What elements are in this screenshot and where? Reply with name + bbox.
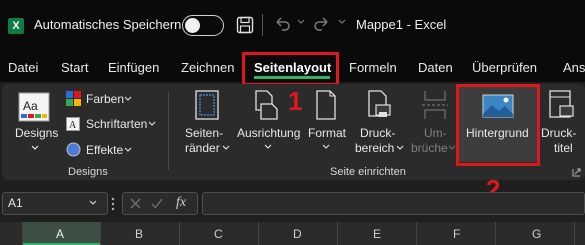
undo-icon[interactable] [272, 14, 292, 34]
designs-label[interactable]: Designs [15, 126, 58, 140]
column-label-a[interactable]: A [56, 227, 64, 241]
drucktitel-line1[interactable]: Druck- [541, 126, 576, 140]
more-options-icon[interactable] [110, 196, 116, 212]
column-label-g[interactable]: G [532, 227, 541, 241]
breaks-icon[interactable] [420, 90, 450, 120]
chevron-down-icon [448, 145, 456, 150]
schriftarten-label[interactable]: Schriftarten [86, 117, 147, 131]
select-all-corner[interactable] [0, 222, 22, 245]
autosave-label: Automatisches Speichern [34, 17, 182, 32]
column-separator [574, 222, 575, 245]
cancel-icon[interactable] [129, 197, 142, 210]
check-icon[interactable] [150, 197, 164, 210]
print-area-icon[interactable] [366, 90, 392, 120]
fx-icon[interactable]: fx [176, 195, 186, 211]
annotation-box-hintergrund [456, 84, 540, 166]
druckbereich-line1[interactable]: Druck- [360, 126, 395, 140]
tab-datei[interactable]: Datei [8, 60, 38, 75]
colors-icon[interactable] [66, 91, 81, 106]
format-label[interactable]: Format [308, 126, 346, 140]
seitenraender-line2[interactable]: ränder [185, 141, 220, 155]
designs-icon[interactable]: Aa [18, 92, 50, 122]
seite-einrichten-group-label: Seite einrichten [330, 166, 406, 178]
toggle-knob [185, 18, 200, 33]
save-icon[interactable] [236, 16, 254, 34]
chevron-down-icon[interactable] [30, 144, 40, 152]
document-title: Mappe1 - Excel [356, 17, 447, 32]
dialog-launcher-icon[interactable] [572, 168, 581, 177]
group-divider [168, 92, 169, 170]
seitenraender-line1[interactable]: Seiten- [185, 126, 223, 140]
column-label-d[interactable]: D [293, 227, 302, 241]
designs-group-label: Designs [68, 166, 108, 178]
chevron-down-icon[interactable] [124, 147, 132, 153]
svg-text:Aa: Aa [23, 99, 38, 113]
tab-formeln[interactable]: Formeln [349, 60, 397, 75]
svg-text:A: A [69, 120, 77, 131]
column-label-c[interactable]: C [214, 227, 223, 241]
column-separator [100, 222, 101, 245]
druckbereich-line2[interactable]: bereich [355, 141, 394, 155]
size-icon[interactable] [314, 90, 338, 120]
chevron-down-icon[interactable] [88, 199, 98, 207]
tab-start[interactable]: Start [61, 60, 88, 75]
tab-zeichnen[interactable]: Zeichnen [181, 60, 234, 75]
chevron-down-icon[interactable] [148, 121, 156, 127]
chevron-down-icon[interactable] [296, 16, 306, 26]
tab-ueberpruefen[interactable]: Überprüfen [472, 60, 537, 75]
tab-einfuegen[interactable]: Einfügen [108, 60, 159, 75]
column-headers [100, 222, 585, 245]
column-separator [337, 222, 338, 245]
title-separator [262, 14, 263, 36]
tab-daten[interactable]: Daten [418, 60, 453, 75]
drucktitel-line2[interactable]: titel [554, 141, 573, 155]
column-label-f[interactable]: F [453, 227, 460, 241]
chevron-down-icon[interactable] [124, 96, 132, 102]
effekte-label[interactable]: Effekte [86, 143, 123, 157]
autosave-toggle[interactable] [182, 15, 224, 36]
chevron-down-icon[interactable] [337, 16, 347, 26]
column-separator [416, 222, 417, 245]
fonts-icon[interactable]: A [66, 117, 80, 131]
column-separator [22, 222, 23, 245]
print-titles-icon[interactable] [548, 90, 574, 120]
redo-icon[interactable] [312, 14, 332, 34]
farben-label[interactable]: Farben [86, 92, 124, 106]
annotation-number-1: 1 [288, 86, 303, 116]
column-separator [495, 222, 496, 245]
ausrichtung-label[interactable]: Ausrichtung [237, 126, 300, 140]
column-separator [179, 222, 180, 245]
orientation-icon[interactable] [252, 90, 278, 120]
excel-logo-icon: X [8, 18, 24, 34]
chevron-down-icon[interactable] [222, 145, 230, 151]
tab-ansicht[interactable]: Ansi [563, 60, 585, 75]
name-box-value[interactable]: A1 [8, 196, 23, 210]
chevron-down-icon[interactable] [264, 144, 272, 150]
chevron-down-icon[interactable] [322, 144, 330, 150]
margins-icon[interactable] [195, 90, 219, 120]
annotation-box-tab [242, 52, 339, 86]
umbrueche-line2[interactable]: brüche [411, 141, 448, 155]
column-label-e[interactable]: E [373, 227, 381, 241]
column-label-b[interactable]: B [135, 227, 143, 241]
formula-input[interactable] [202, 192, 585, 215]
column-separator [258, 222, 259, 245]
chevron-down-icon[interactable] [396, 145, 404, 151]
umbrueche-line1[interactable]: Um- [424, 126, 447, 140]
effects-icon[interactable] [66, 142, 81, 157]
